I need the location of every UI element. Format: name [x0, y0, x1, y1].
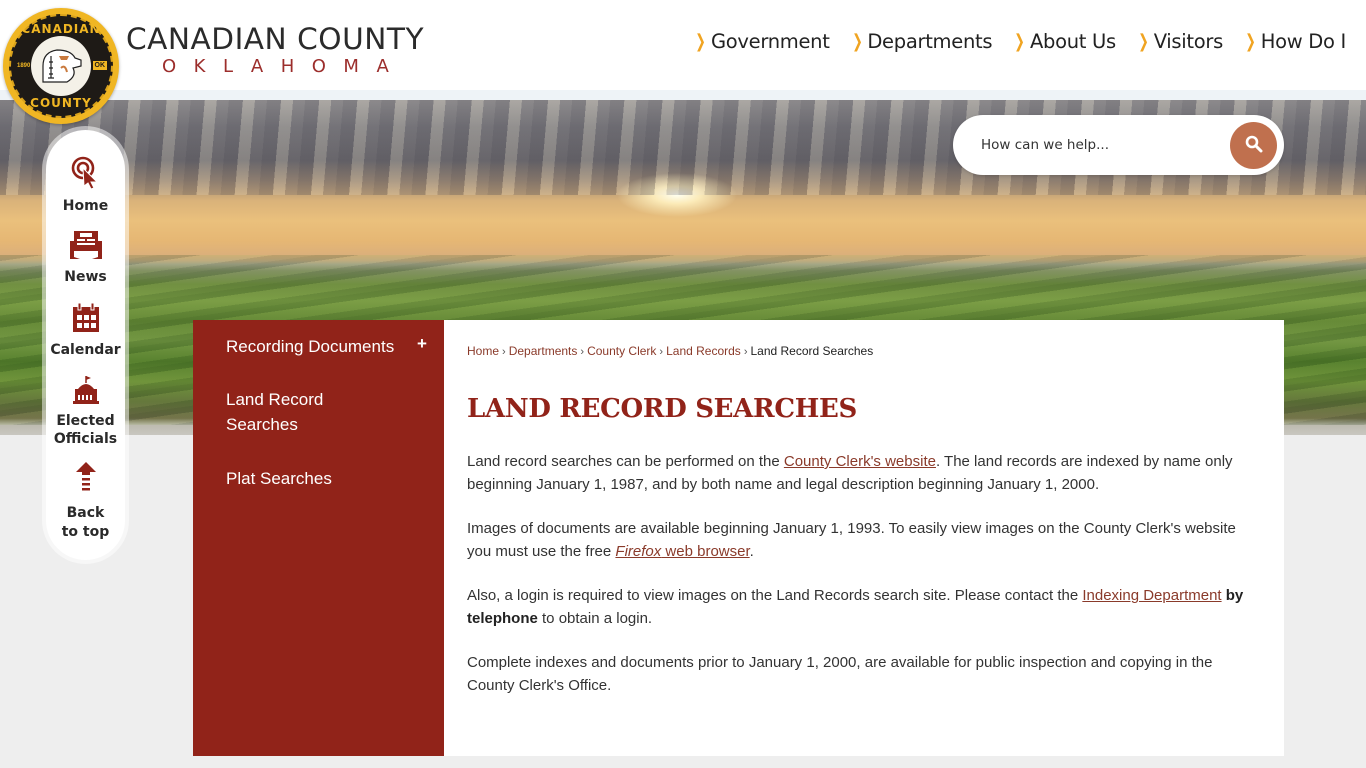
quicklink-label: Calendar — [50, 342, 121, 358]
nav-visitors[interactable]: ❯ Visitors — [1136, 30, 1223, 53]
paragraph-login-info: Also, a login is required to view images… — [467, 584, 1257, 630]
breadcrumb: Home › Departments › County Clerk › Land Recor… — [467, 344, 873, 358]
breadcrumb-separator: › — [502, 346, 506, 358]
main-navigation: ❯ Government ❯ Departments ❯ About Us ❯ … — [693, 30, 1346, 53]
section-subnav: Recording Documents + Land Record Search… — [193, 320, 444, 756]
nav-departments[interactable]: ❯ Departments — [850, 30, 993, 53]
nav-label: Government — [710, 30, 830, 53]
breadcrumb-home[interactable]: Home — [467, 344, 499, 358]
quicklink-back-to-top[interactable]: Back to top — [46, 461, 125, 541]
quicklink-label-line1: Back — [66, 505, 105, 521]
nav-label: Visitors — [1153, 30, 1224, 53]
header-divider — [0, 90, 1366, 100]
subnav-label-line2: Searches — [226, 415, 298, 434]
text: Land record searches can be performed on… — [467, 453, 784, 470]
nav-label: Departments — [867, 30, 993, 53]
text: to obtain a login. — [537, 610, 653, 627]
quicklink-label: Home — [62, 198, 109, 214]
quicklink-label: News — [64, 269, 107, 285]
quicklink-calendar[interactable]: Calendar — [46, 302, 125, 359]
expand-plus-icon[interactable]: + — [417, 334, 427, 354]
nav-government[interactable]: ❯ Government — [693, 30, 829, 53]
pointer-click-icon — [46, 156, 125, 195]
main-content: Home › Departments › County Clerk › Land Recor… — [444, 320, 1284, 756]
arrow-up-icon — [46, 461, 125, 496]
chevron-right-icon: ❯ — [1245, 31, 1256, 52]
seal-ring: CANADIAN 1890 OK COUNTY — [9, 14, 113, 118]
search-button[interactable] — [1230, 122, 1277, 169]
capitol-building-icon — [46, 375, 125, 410]
chevron-right-icon: ❯ — [1014, 31, 1025, 52]
newspaper-icon — [46, 229, 125, 266]
breadcrumb-separator: › — [659, 346, 664, 358]
paragraph-search-info: Land record searches can be performed on… — [467, 450, 1257, 496]
breadcrumb-land-records[interactable]: Land Records — [666, 344, 741, 358]
site-subtitle: OKLAHOMA — [162, 56, 407, 77]
county-clerk-website-link[interactable]: County Clerk's website — [784, 453, 936, 470]
chevron-right-icon: ❯ — [1138, 31, 1149, 52]
firefox-browser-link[interactable]: Firefox web browser — [615, 543, 749, 560]
subnav-label-line1: Land Record — [226, 390, 324, 409]
nav-about-us[interactable]: ❯ About Us — [1012, 30, 1116, 53]
subnav-plat-searches[interactable]: Plat Searches — [226, 466, 332, 491]
breadcrumb-current: Land Record Searches — [750, 344, 874, 358]
quicklink-home[interactable]: Home — [46, 156, 125, 215]
seal-emblem-icon — [31, 36, 91, 96]
link-italic-text: Firefox — [615, 543, 662, 560]
paragraph-public-inspection: Complete indexes and documents prior to … — [467, 654, 1213, 694]
quicklink-elected-officials[interactable]: Elected Officials — [46, 375, 125, 448]
nav-label: How Do I — [1260, 30, 1347, 53]
search-input[interactable] — [981, 133, 1211, 157]
quicklink-label-line2: to top — [61, 524, 110, 540]
breadcrumb-separator: › — [743, 346, 748, 358]
text: Also, a login is required to view images… — [467, 587, 1083, 604]
calendar-icon — [46, 302, 125, 339]
breadcrumb-separator: › — [580, 346, 585, 358]
breadcrumb-departments[interactable]: Departments — [509, 344, 578, 358]
quick-links-panel: Home News Calendar Elected Officials Bac… — [46, 130, 125, 560]
seal-ok: OK — [92, 61, 107, 70]
text: Images of documents are available beginn… — [467, 520, 1236, 560]
site-search — [953, 115, 1284, 175]
subnav-land-record-searches[interactable]: Land Record Searches — [226, 387, 323, 437]
page-title: LAND RECORD SEARCHES — [467, 394, 858, 424]
chevron-right-icon: ❯ — [851, 31, 863, 52]
quicklink-news[interactable]: News — [46, 229, 125, 286]
link-text: web browser — [661, 543, 750, 560]
text: . — [749, 543, 754, 560]
quicklink-label-line2: Officials — [53, 431, 118, 447]
seal-bottom-text: COUNTY — [30, 96, 92, 110]
breadcrumb-county-clerk[interactable]: County Clerk — [587, 344, 656, 358]
nav-label: About Us — [1030, 30, 1116, 53]
seal-year: 1890 — [17, 63, 31, 69]
nav-how-do-i[interactable]: ❯ How Do I — [1243, 30, 1346, 53]
seal-top-text: CANADIAN — [21, 22, 101, 36]
subnav-recording-documents[interactable]: Recording Documents — [226, 334, 394, 359]
search-icon — [1245, 135, 1263, 156]
chevron-right-icon: ❯ — [695, 31, 706, 52]
quicklink-label-line1: Elected — [56, 413, 115, 429]
indexing-department-link[interactable]: Indexing Department — [1082, 587, 1221, 604]
site-title[interactable]: CANADIAN COUNTY — [126, 22, 424, 56]
paragraph-images-info: Images of documents are available beginn… — [467, 517, 1257, 563]
county-seal-logo[interactable]: CANADIAN 1890 OK COUNTY — [3, 8, 119, 124]
